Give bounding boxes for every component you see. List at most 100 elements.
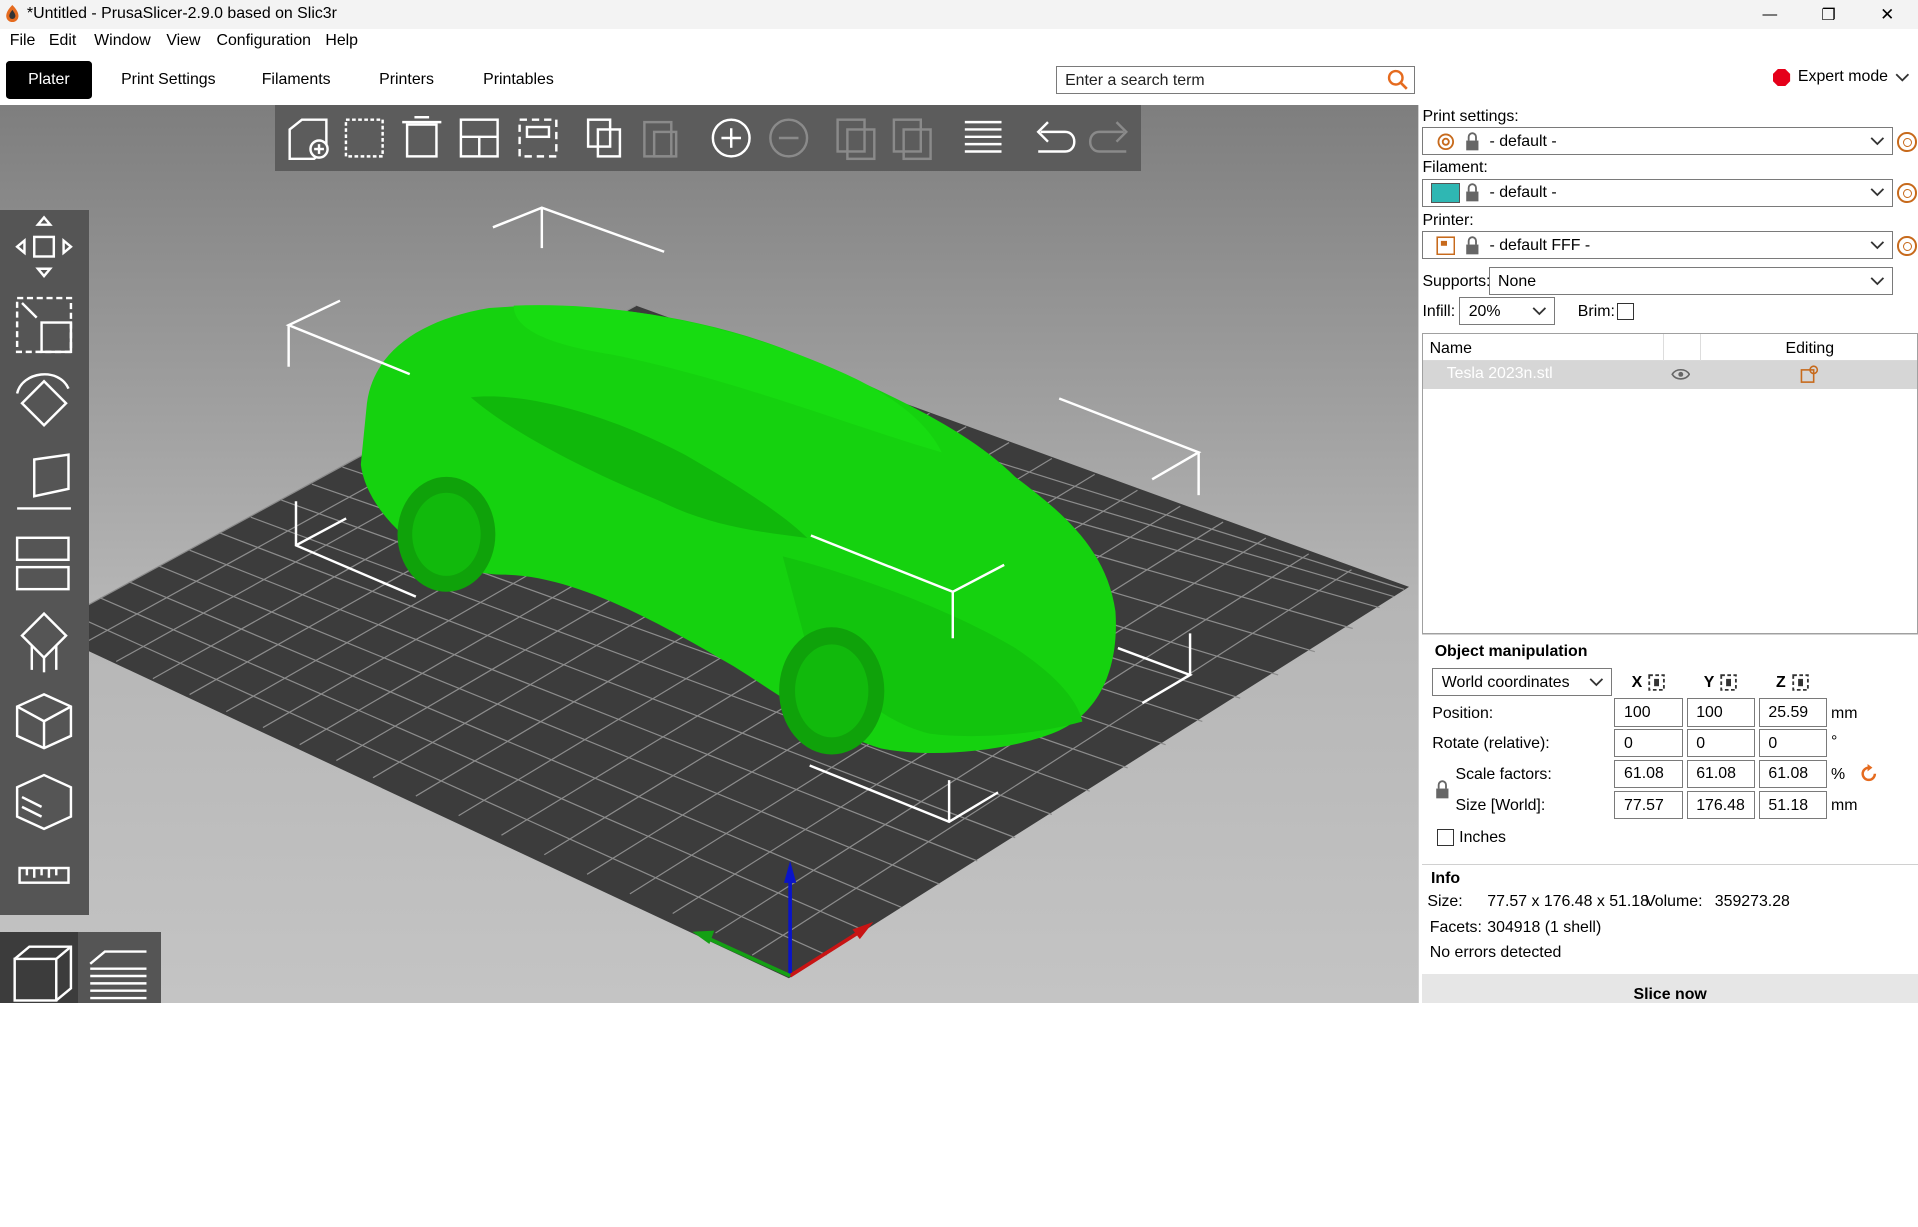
print-settings-label: Print settings:: [1422, 107, 1519, 125]
tab-plater[interactable]: Plater: [6, 61, 92, 100]
restore-button[interactable]: ❐: [1800, 0, 1856, 29]
split-to-objects-icon[interactable]: [836, 118, 876, 161]
fdm-supports-icon[interactable]: [15, 774, 73, 831]
printer-combo[interactable]: - default FFF -: [1422, 231, 1894, 260]
rotate-z-input[interactable]: 0: [1758, 728, 1828, 758]
menu-view[interactable]: View: [166, 32, 200, 50]
move-icon[interactable]: [15, 215, 73, 279]
eye-icon[interactable]: [1670, 367, 1691, 382]
scale-y-input[interactable]: 61.08: [1686, 759, 1756, 788]
object-list-header: Name Editing: [1423, 333, 1917, 361]
size-y-input[interactable]: 176.48: [1686, 791, 1756, 820]
search-placeholder: Enter a search term: [1065, 71, 1205, 89]
print-settings-icon: [1437, 133, 1454, 150]
copy-icon[interactable]: [587, 118, 622, 158]
drop-to-bed-icon[interactable]: [1719, 674, 1737, 691]
supports-value: None: [1498, 272, 1537, 290]
brim-checkbox[interactable]: [1616, 303, 1635, 321]
paste-icon[interactable]: [643, 121, 678, 158]
brim-label: Brim:: [1577, 303, 1615, 321]
reset-scale-icon[interactable]: [1859, 764, 1879, 784]
position-z-input[interactable]: 25.59: [1758, 698, 1828, 727]
close-button[interactable]: ✕: [1859, 0, 1915, 29]
drop-to-bed-icon[interactable]: [1647, 674, 1665, 691]
position-x-input[interactable]: 100: [1614, 698, 1683, 727]
redo-icon[interactable]: [1089, 121, 1129, 153]
info-size-label: Size:: [1427, 892, 1463, 910]
size-label: Size [World]:: [1455, 797, 1546, 815]
rotate-icon[interactable]: [15, 373, 70, 428]
slice-now-button[interactable]: Slice now: [1422, 973, 1918, 1003]
tab-printables[interactable]: Printables: [466, 61, 571, 99]
remove-instance-icon[interactable]: [769, 118, 809, 158]
inches-checkbox[interactable]: [1437, 829, 1455, 847]
window-title: *Untitled - PrusaSlicer-2.9.0 based on S…: [26, 4, 337, 22]
table-row[interactable]: Tesla 2023n.stl: [1423, 360, 1917, 389]
rotate-x-input[interactable]: 0: [1614, 728, 1683, 758]
menu-configuration[interactable]: Configuration: [216, 32, 311, 50]
supports-combo[interactable]: None: [1488, 266, 1894, 295]
arrange-icon[interactable]: [459, 118, 500, 158]
info-facets-value: 304918 (1 shell): [1487, 918, 1602, 936]
edit-settings-icon[interactable]: [1799, 365, 1819, 385]
rotate-y-input[interactable]: 0: [1686, 728, 1756, 758]
filament-label: Filament:: [1422, 159, 1488, 176]
chevron-down-icon: [1870, 188, 1885, 197]
lock-icon: [1466, 183, 1479, 202]
filament-gear-icon[interactable]: [1897, 183, 1917, 204]
lock-icon[interactable]: [1435, 780, 1450, 800]
add-object-icon[interactable]: [288, 118, 330, 161]
arrange-selection-icon[interactable]: [518, 118, 558, 158]
minimize-button[interactable]: —: [1742, 0, 1798, 29]
chevron-down-icon: [1895, 73, 1910, 82]
mode-selector[interactable]: Expert mode: [1773, 68, 1910, 87]
infill-combo[interactable]: 20%: [1459, 297, 1555, 326]
add-instance-icon[interactable]: [711, 118, 751, 158]
filament-combo[interactable]: - default -: [1422, 178, 1894, 207]
scale-x-input[interactable]: 61.08: [1614, 759, 1683, 788]
search-input[interactable]: Enter a search term: [1055, 66, 1416, 95]
search-icon[interactable]: [1386, 68, 1410, 92]
scale-icon[interactable]: [15, 297, 73, 354]
menu-file[interactable]: File: [10, 32, 36, 50]
place-on-face-icon[interactable]: [17, 453, 71, 511]
menu-help[interactable]: Help: [325, 32, 358, 50]
scale-z-input[interactable]: 61.08: [1758, 759, 1828, 788]
left-toolbar: [0, 210, 90, 915]
variable-layer-height-icon[interactable]: [965, 121, 1002, 153]
coordinate-system-combo[interactable]: World coordinates: [1432, 667, 1613, 696]
paint-supports-icon[interactable]: [20, 612, 68, 673]
infill-value: 20%: [1468, 303, 1501, 321]
lock-icon: [1466, 236, 1479, 255]
tab-printers[interactable]: Printers: [362, 61, 451, 99]
menu-window[interactable]: Window: [94, 32, 151, 50]
undo-icon[interactable]: [1036, 121, 1076, 153]
column-name[interactable]: Name: [1430, 340, 1472, 358]
info-volume-value: 359273.28: [1714, 892, 1790, 910]
3d-view-button[interactable]: [0, 932, 79, 1003]
position-y-input[interactable]: 100: [1686, 698, 1756, 727]
seam-painting-icon[interactable]: [15, 693, 73, 750]
printer-gear-icon[interactable]: [1897, 236, 1917, 256]
3d-viewport[interactable]: [0, 105, 1418, 1003]
size-z-input[interactable]: 51.18: [1758, 791, 1828, 820]
split-to-parts-icon[interactable]: [892, 118, 932, 161]
drop-to-bed-icon[interactable]: [1792, 674, 1809, 691]
menu-edit[interactable]: Edit: [49, 32, 76, 50]
measure-icon[interactable]: [18, 867, 70, 885]
column-editing[interactable]: Editing: [1785, 340, 1834, 358]
object-manipulation-title: Object manipulation: [1434, 643, 1588, 661]
size-x-input[interactable]: 77.57: [1614, 791, 1683, 820]
preview-layers-icon[interactable]: [78, 932, 161, 1003]
infill-label: Infill:: [1422, 303, 1456, 321]
position-unit: mm: [1830, 704, 1858, 722]
print-settings-gear-icon[interactable]: [1897, 132, 1917, 152]
tab-print-settings[interactable]: Print Settings: [104, 61, 233, 99]
menu-bar: File Edit Window View Configuration Help: [0, 29, 1918, 54]
delete-icon[interactable]: [344, 118, 385, 158]
close-icon: ✕: [1880, 4, 1895, 24]
tab-filaments[interactable]: Filaments: [245, 61, 348, 99]
print-settings-combo[interactable]: - default -: [1422, 127, 1894, 156]
cut-icon[interactable]: [15, 536, 70, 591]
delete-all-icon[interactable]: [402, 116, 442, 158]
